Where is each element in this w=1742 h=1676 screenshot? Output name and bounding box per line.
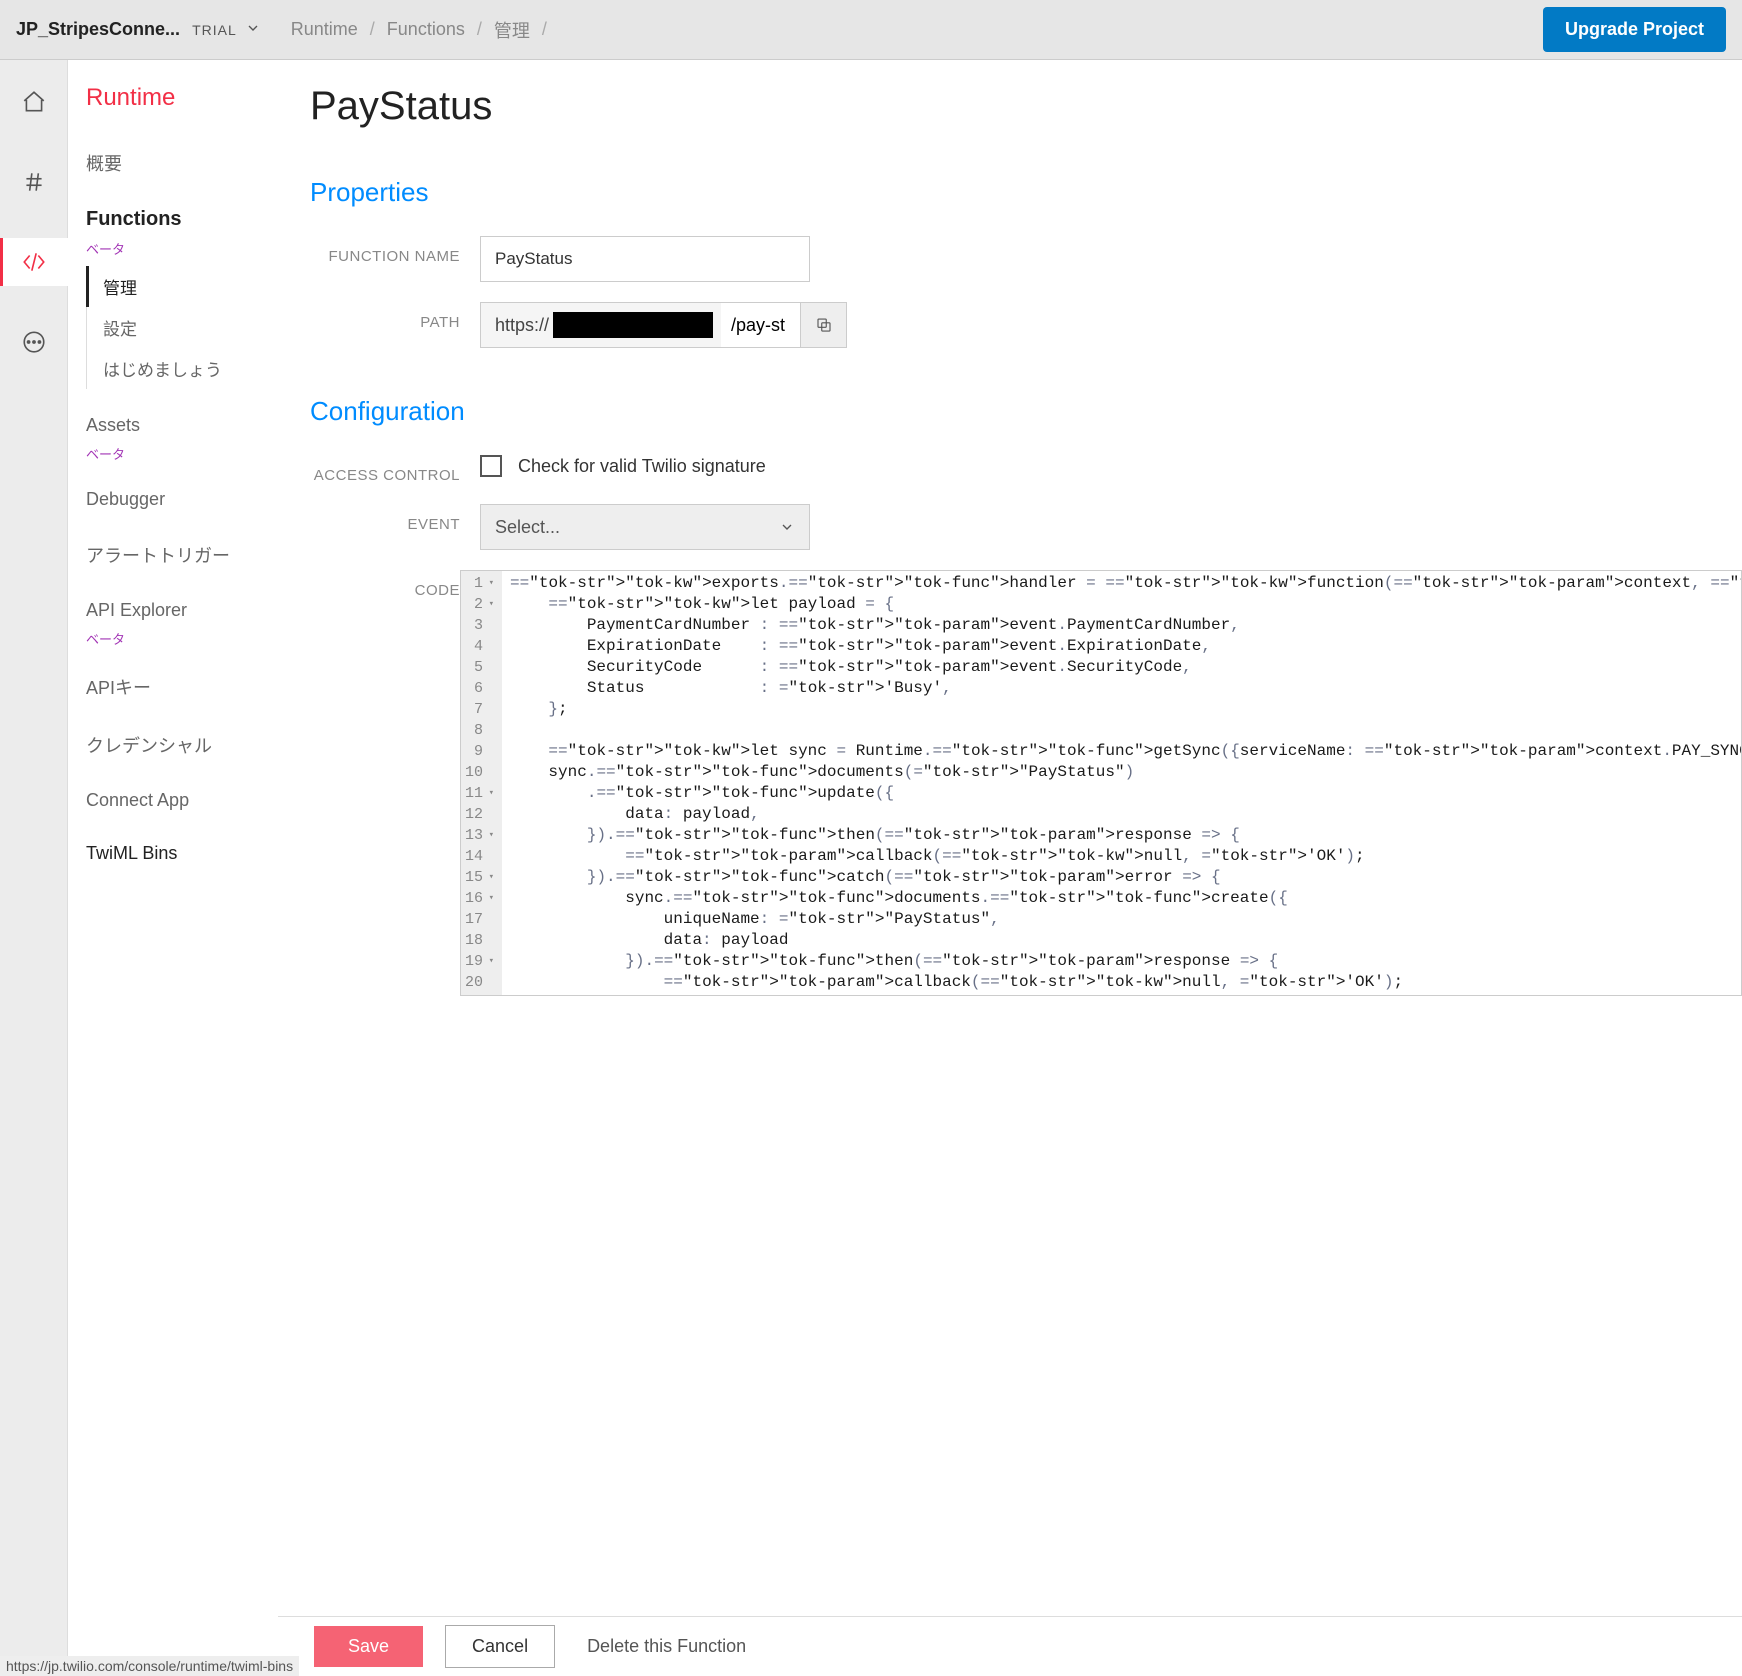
- project-dropdown-icon[interactable]: [245, 20, 261, 39]
- sidebar-item-credentials[interactable]: クレデンシャル: [86, 726, 260, 764]
- path-suffix-input[interactable]: [721, 302, 801, 348]
- rail-runtime-icon[interactable]: [0, 238, 68, 286]
- beta-badge: ベータ: [86, 239, 260, 258]
- function-name-input[interactable]: [480, 236, 810, 282]
- page-title: PayStatus: [310, 84, 1742, 129]
- breadcrumb-sep: /: [370, 19, 375, 40]
- save-button[interactable]: Save: [314, 1626, 423, 1667]
- code-label: CODE: [310, 570, 460, 599]
- sidebar-item-overview[interactable]: 概要: [86, 144, 260, 182]
- rail-more-icon[interactable]: [0, 318, 68, 366]
- beta-badge: ベータ: [86, 629, 260, 648]
- main-content: PayStatus Properties FUNCTION NAME PATH …: [278, 60, 1742, 1676]
- code-body[interactable]: =="tok-str">"tok-kw">exports.=="tok-str"…: [502, 571, 1741, 995]
- icon-rail: [0, 60, 68, 1676]
- sidebar-title: Runtime: [68, 84, 278, 134]
- sidebar-item-api-keys[interactable]: APIキー: [86, 668, 260, 706]
- access-control-label: ACCESS CONTROL: [310, 455, 460, 484]
- event-select[interactable]: Select...: [480, 504, 810, 550]
- beta-badge: ベータ: [86, 444, 260, 463]
- breadcrumb-item[interactable]: Functions: [387, 19, 465, 40]
- sidebar-item-api-explorer[interactable]: API Explorer: [86, 594, 260, 627]
- sidebar-item-alert-triggers[interactable]: アラートトリガー: [86, 536, 260, 574]
- upgrade-project-button[interactable]: Upgrade Project: [1543, 7, 1726, 52]
- sidebar-item-functions[interactable]: Functions: [86, 202, 260, 237]
- copy-path-button[interactable]: [801, 302, 847, 348]
- status-bar-url: https://jp.twilio.com/console/runtime/tw…: [0, 1656, 299, 1676]
- sidebar-subitem-getting-started[interactable]: はじめましょう: [86, 348, 260, 389]
- path-redacted: [553, 312, 713, 338]
- breadcrumb-item[interactable]: 管理: [494, 17, 530, 43]
- configuration-heading: Configuration: [310, 396, 1742, 427]
- breadcrumb-sep: /: [477, 19, 482, 40]
- function-name-label: FUNCTION NAME: [310, 236, 460, 265]
- sidebar-subitem-settings[interactable]: 設定: [86, 307, 260, 348]
- sidebar-subitem-manage[interactable]: 管理: [86, 266, 260, 307]
- code-gutter: 1▾2▾34567891011▾1213▾1415▾16▾171819▾20: [461, 571, 502, 995]
- breadcrumb: Runtime / Functions / 管理 /: [285, 17, 553, 43]
- sidebar-item-debugger[interactable]: Debugger: [86, 483, 260, 516]
- sidebar-item-assets[interactable]: Assets: [86, 409, 260, 442]
- event-label: EVENT: [310, 504, 460, 533]
- bottom-bar: Save Cancel Delete this Function: [278, 1616, 1742, 1676]
- sidebar-item-connect-app[interactable]: Connect App: [86, 784, 260, 817]
- event-select-placeholder: Select...: [495, 517, 560, 538]
- trial-badge: TRIAL: [192, 22, 237, 38]
- breadcrumb-item[interactable]: Runtime: [291, 19, 358, 40]
- cancel-button[interactable]: Cancel: [445, 1625, 555, 1668]
- sidebar: Runtime 概要 Functions ベータ 管理 設定 はじめましょう A…: [68, 60, 278, 1676]
- properties-heading: Properties: [310, 177, 1742, 208]
- copy-icon: [815, 316, 833, 334]
- breadcrumb-sep: /: [542, 19, 547, 40]
- path-prefix: https://: [480, 302, 721, 348]
- topbar: JP_StripesConne... TRIAL Runtime / Funct…: [0, 0, 1742, 60]
- chevron-down-icon: [779, 519, 795, 535]
- rail-hash-icon[interactable]: [0, 158, 68, 206]
- sidebar-item-twiml-bins[interactable]: TwiML Bins: [86, 837, 260, 870]
- rail-home-icon[interactable]: [0, 78, 68, 126]
- access-control-checkbox-label: Check for valid Twilio signature: [518, 456, 766, 477]
- delete-function-link[interactable]: Delete this Function: [587, 1636, 746, 1657]
- project-name[interactable]: JP_StripesConne...: [16, 19, 180, 40]
- access-control-checkbox[interactable]: [480, 455, 502, 477]
- path-label: PATH: [310, 302, 460, 331]
- code-editor[interactable]: 1▾2▾34567891011▾1213▾1415▾16▾171819▾20 =…: [460, 570, 1742, 996]
